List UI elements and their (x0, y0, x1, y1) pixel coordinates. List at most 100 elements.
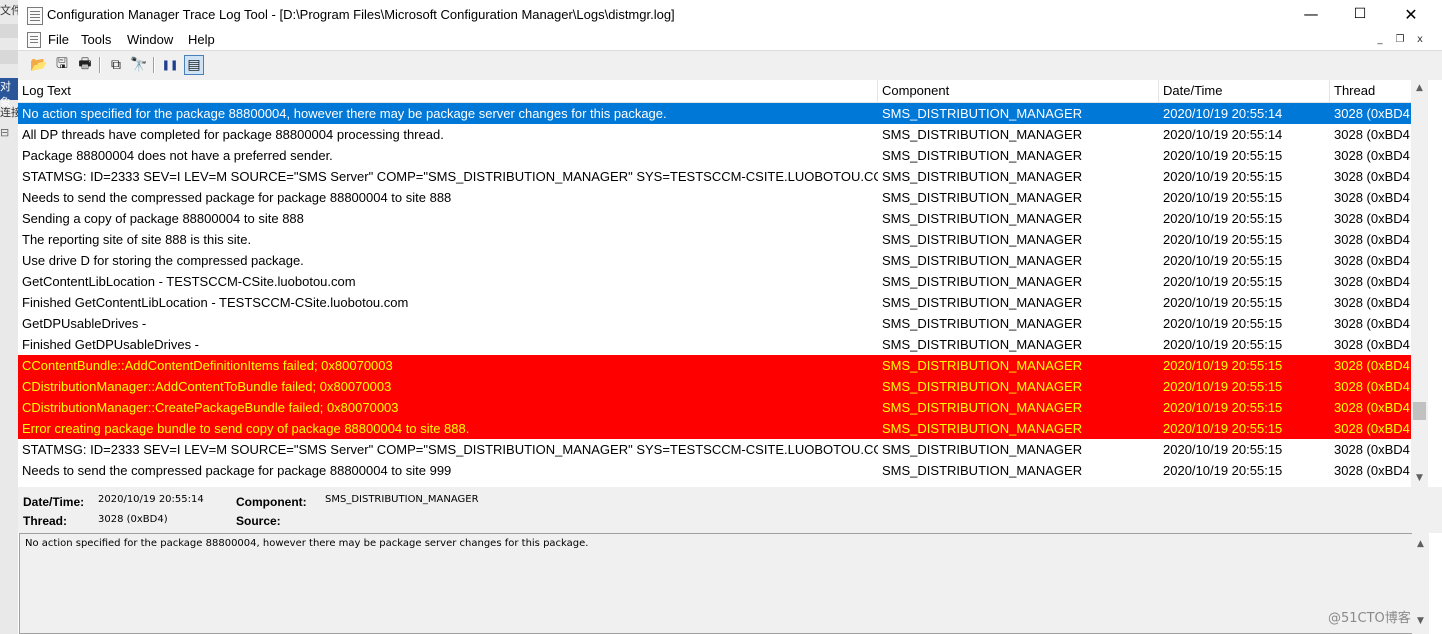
cell-log-text: No action specified for the package 8880… (22, 106, 667, 121)
table-row[interactable]: CContentBundle::AddContentDefinitionItem… (18, 355, 1411, 376)
cell-log-text: CContentBundle::AddContentDefinitionItem… (22, 358, 393, 373)
cell-log-text: Needs to send the compressed package for… (22, 463, 452, 478)
cell-component: SMS_DISTRIBUTION_MANAGER (882, 253, 1083, 268)
cell-log-text: Finished GetContentLibLocation - TESTSCC… (22, 295, 409, 310)
app-log-icon (27, 7, 43, 25)
table-row[interactable]: CDistributionManager::CreatePackageBundl… (18, 397, 1411, 418)
cell-datetime: 2020/10/19 20:55:15 (1163, 463, 1283, 478)
table-row[interactable]: STATMSG: ID=2333 SEV=I LEV=M SOURCE="SMS… (18, 166, 1411, 187)
table-row[interactable]: GetDPUsableDrives - SMS_DISTRIBUTION_MANA… (18, 313, 1411, 334)
binoculars-icon: 🔭 (130, 57, 148, 73)
pause-button[interactable]: ❚❚ (160, 55, 180, 75)
details-pane-icon: ▤ (187, 57, 201, 73)
cell-log-text: Error creating package bundle to send co… (22, 421, 470, 436)
table-row[interactable]: Needs to send the compressed package for… (18, 187, 1411, 208)
menu-help[interactable]: Help (188, 32, 215, 47)
save-icon: 🖫 (56, 56, 68, 72)
cell-log-text: STATMSG: ID=2333 SEV=I LEV=M SOURCE="SMS… (22, 442, 878, 457)
scroll-thumb[interactable] (1413, 402, 1426, 421)
table-row[interactable]: All DP threads have completed for packag… (18, 124, 1411, 145)
minimize-window-button[interactable]: — (1288, 0, 1334, 30)
source-label: Source: (236, 514, 281, 528)
document-log-icon[interactable] (27, 32, 41, 48)
table-row[interactable]: STATMSG: ID=2333 SEV=I LEV=M SOURCE="SMS… (18, 439, 1411, 460)
table-row[interactable]: GetContentLibLocation - TESTSCCM-CSite.l… (18, 271, 1411, 292)
scroll-down-arrow-icon[interactable]: ▼ (1411, 470, 1428, 487)
cell-thread: 3028 (0xBD4 (1334, 106, 1410, 121)
background-app-edge: 文件 对象 连接 ⊟ (0, 0, 19, 634)
thread-label: Thread: (23, 514, 68, 528)
save-button[interactable]: 🖫 (52, 55, 72, 75)
column-header-component[interactable]: Component (878, 80, 1159, 102)
cell-datetime: 2020/10/19 20:55:15 (1163, 337, 1283, 352)
cell-log-text: GetContentLibLocation - TESTSCCM-CSite.l… (22, 274, 356, 289)
table-row[interactable]: Package 88800004 does not have a preferr… (18, 145, 1411, 166)
window-title: Configuration Manager Trace Log Tool - [… (47, 7, 675, 22)
table-row[interactable]: Error creating package bundle to send co… (18, 418, 1411, 439)
cell-component: SMS_DISTRIBUTION_MANAGER (882, 358, 1083, 373)
cell-thread: 3028 (0xBD4 (1334, 337, 1410, 352)
table-row[interactable]: Finished GetContentLibLocation - TESTSCC… (18, 292, 1411, 313)
cell-log-text: CDistributionManager::AddContentToBundle… (22, 379, 392, 394)
cell-thread: 3028 (0xBD4 (1334, 148, 1410, 163)
print-button[interactable]: 🖶 (75, 55, 95, 75)
cell-datetime: 2020/10/19 20:55:15 (1163, 274, 1283, 289)
cell-component: SMS_DISTRIBUTION_MANAGER (882, 442, 1083, 457)
column-header-datetime[interactable]: Date/Time (1159, 80, 1330, 102)
copy-button[interactable]: ⧉ (106, 55, 126, 75)
maximize-window-button[interactable]: ☐ (1337, 0, 1383, 30)
open-button[interactable]: 📂 (29, 55, 49, 75)
message-textbox[interactable]: No action specified for the package 8880… (19, 533, 1426, 634)
cell-component: SMS_DISTRIBUTION_MANAGER (882, 274, 1083, 289)
mdi-close-button[interactable]: x (1412, 33, 1428, 47)
cell-component: SMS_DISTRIBUTION_MANAGER (882, 295, 1083, 310)
cell-datetime: 2020/10/19 20:55:15 (1163, 316, 1283, 331)
message-scroll-down-arrow-icon[interactable]: ▼ (1412, 613, 1429, 630)
component-label: Component: (236, 495, 307, 509)
menu-window[interactable]: Window (127, 32, 173, 47)
menu-file[interactable]: File (48, 32, 69, 47)
table-row[interactable]: The reporting site of site 888 is this s… (18, 229, 1411, 250)
mdi-restore-button[interactable]: ❐ (1392, 33, 1408, 47)
cell-component: SMS_DISTRIBUTION_MANAGER (882, 106, 1083, 121)
menu-tools[interactable]: Tools (81, 32, 111, 47)
cell-log-text: All DP threads have completed for packag… (22, 127, 444, 142)
details-pane-button[interactable]: ▤ (184, 55, 204, 75)
table-row[interactable]: Use drive D for storing the compressed p… (18, 250, 1411, 271)
cell-thread: 3028 (0xBD4 (1334, 379, 1410, 394)
cell-datetime: 2020/10/19 20:55:15 (1163, 400, 1283, 415)
cell-component: SMS_DISTRIBUTION_MANAGER (882, 232, 1083, 247)
cell-thread: 3028 (0xBD4 (1334, 211, 1410, 226)
cell-log-text: Needs to send the compressed package for… (22, 190, 452, 205)
table-row[interactable]: CDistributionManager::AddContentToBundle… (18, 376, 1411, 397)
message-vertical-scrollbar[interactable]: ▲ ▼ (1412, 533, 1429, 634)
cell-component: SMS_DISTRIBUTION_MANAGER (882, 190, 1083, 205)
table-row[interactable]: Finished GetDPUsableDrives - SMS_DISTRIBU… (18, 334, 1411, 355)
trace-log-window: Configuration Manager Trace Log Tool - [… (18, 0, 1442, 634)
cell-thread: 3028 (0xBD4 (1334, 400, 1410, 415)
find-button[interactable]: 🔭 (129, 55, 149, 75)
cell-log-text: The reporting site of site 888 is this s… (22, 232, 252, 247)
cell-datetime: 2020/10/19 20:55:15 (1163, 379, 1283, 394)
close-window-button[interactable]: ✕ (1388, 0, 1434, 30)
table-row[interactable]: No action specified for the package 8880… (18, 103, 1411, 124)
scroll-up-arrow-icon[interactable]: ▲ (1411, 80, 1428, 97)
toolbar-separator (153, 57, 155, 73)
datetime-value: 2020/10/19 20:55:14 (98, 494, 204, 505)
grid-vertical-scrollbar[interactable]: ▲ ▼ (1411, 80, 1428, 487)
message-scroll-up-arrow-icon[interactable]: ▲ (1412, 536, 1429, 553)
column-header-log-text[interactable]: Log Text (18, 80, 878, 102)
log-rows: No action specified for the package 8880… (18, 103, 1411, 481)
pause-icon: ❚❚ (161, 59, 179, 71)
cell-datetime: 2020/10/19 20:55:15 (1163, 442, 1283, 457)
table-row[interactable]: Sending a copy of package 88800004 to si… (18, 208, 1411, 229)
details-pane: Date/Time: 2020/10/19 20:55:14 Thread: 3… (18, 487, 1442, 533)
cell-component: SMS_DISTRIBUTION_MANAGER (882, 463, 1083, 478)
cell-datetime: 2020/10/19 20:55:15 (1163, 358, 1283, 373)
column-header-thread[interactable]: Thread (1330, 80, 1411, 102)
table-row[interactable]: Needs to send the compressed package for… (18, 460, 1411, 481)
background-app-label-connect: 连接 (0, 106, 18, 119)
cell-component: SMS_DISTRIBUTION_MANAGER (882, 379, 1083, 394)
mdi-minimize-button[interactable]: _ (1372, 33, 1388, 47)
cell-thread: 3028 (0xBD4 (1334, 169, 1410, 184)
